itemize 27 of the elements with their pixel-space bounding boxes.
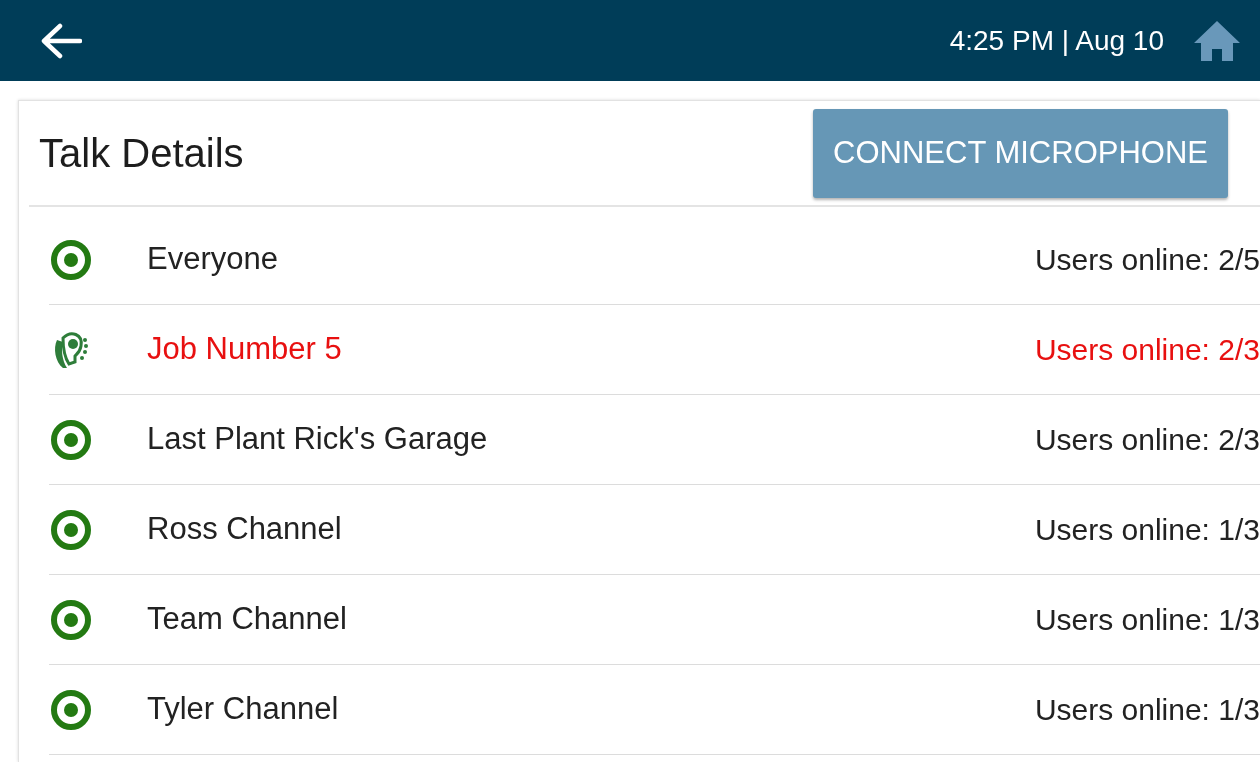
channel-row[interactable]: Tyler Channel Users online: 1/3 — [49, 665, 1260, 755]
channel-name: Tyler Channel — [147, 690, 339, 729]
radio-target-icon — [49, 417, 93, 462]
channel-name: Team Channel — [147, 600, 347, 639]
channel-name: Last Plant Rick's Garage — [147, 420, 488, 459]
channel-row[interactable]: Everyone Users online: 2/5 — [49, 215, 1260, 305]
channel-row[interactable]: Job Number 5 Users online: 2/3 — [49, 305, 1260, 395]
users-online: Users online: 1/3 — [1034, 602, 1260, 638]
radio-target-icon — [49, 597, 93, 642]
panel-title: Talk Details — [39, 130, 244, 177]
back-arrow-icon[interactable] — [40, 22, 82, 59]
channel-row[interactable]: Ross Channel Users online: 1/3 — [49, 485, 1260, 575]
channel-row[interactable]: Team Channel Users online: 1/3 — [49, 575, 1260, 665]
channel-name: Everyone — [147, 240, 278, 279]
radio-target-icon — [49, 507, 93, 552]
users-online: Users online: 1/3 — [1034, 692, 1260, 728]
users-online: Users online: 2/3 — [1034, 332, 1260, 368]
time-date: 4:25 PM | Aug 10 — [949, 23, 1164, 58]
channel-name: Job Number 5 — [147, 330, 342, 369]
users-online: Users online: 1/3 — [1034, 512, 1260, 548]
channel-row[interactable]: Last Plant Rick's Garage Users online: 2/3 — [49, 395, 1260, 485]
channel-name: Ross Channel — [147, 510, 342, 549]
home-icon[interactable] — [1192, 18, 1242, 63]
radio-target-icon — [49, 687, 93, 732]
users-online: Users online: 2/3 — [1034, 422, 1260, 458]
users-online: Users online: 2/5 — [1034, 242, 1260, 278]
radio-target-icon — [49, 237, 93, 282]
